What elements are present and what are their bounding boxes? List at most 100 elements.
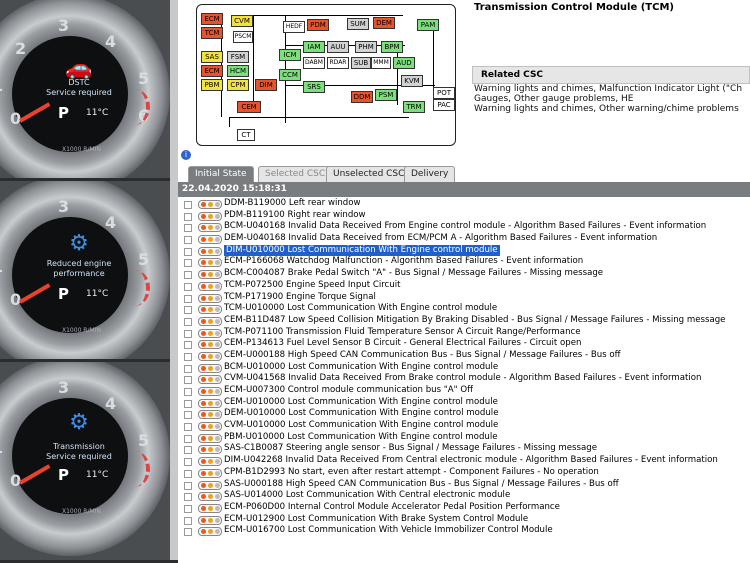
csc-item[interactable]: Warning lights and chimes, Malfunction I… [472, 84, 750, 94]
row-checkbox[interactable] [184, 212, 192, 221]
node-ccm[interactable]: CCM [279, 69, 301, 81]
dtc-row[interactable]: BCM-C004087 Brake Pedal Switch "A" - Bus… [182, 268, 750, 280]
node-kvm[interactable]: KVM [401, 75, 423, 87]
row-checkbox[interactable] [184, 294, 192, 303]
dtc-row[interactable]: CVM-U010000 Lost Communication With Engi… [182, 420, 750, 432]
node-trm[interactable]: TRM [403, 101, 425, 113]
row-checkbox[interactable] [184, 458, 192, 467]
node-ecm[interactable]: ECM [201, 13, 223, 25]
dtc-row[interactable]: CEM-U010000 Lost Communication With Engi… [182, 397, 750, 409]
row-checkbox[interactable] [184, 259, 192, 268]
dtc-row[interactable]: ECM-U016700 Lost Communication With Vehi… [182, 525, 750, 537]
row-checkbox[interactable] [184, 224, 192, 233]
row-checkbox[interactable] [184, 399, 192, 408]
info-icon[interactable]: i [181, 150, 191, 160]
node-sub[interactable]: SUB [351, 57, 371, 69]
row-checkbox[interactable] [184, 504, 192, 513]
dtc-row[interactable]: TCM-P072500 Engine Speed Input Circuit [182, 280, 750, 292]
dtc-row[interactable]: BCM-U010000 Lost Communication With Engi… [182, 362, 750, 374]
row-checkbox[interactable] [184, 516, 192, 525]
node-icm[interactable]: ICM [279, 49, 301, 61]
dtc-row[interactable]: SAS-C1B0087 Steering angle sensor - Bus … [182, 443, 750, 455]
dtc-row[interactable]: TCM-P071100 Transmission Fluid Temperatu… [182, 327, 750, 339]
dtc-row[interactable]: SAS-U000188 High Speed CAN Communication… [182, 479, 750, 491]
node-aud[interactable]: AUD [393, 57, 415, 69]
node-ddm[interactable]: DDM [351, 91, 373, 103]
node-sas[interactable]: SAS [201, 51, 223, 63]
node-hedf[interactable]: HEDF [283, 21, 305, 33]
row-checkbox[interactable] [184, 388, 192, 396]
node-auu[interactable]: AUU [327, 41, 349, 53]
row-checkbox[interactable] [184, 306, 192, 315]
row-checkbox[interactable] [184, 446, 192, 455]
row-checkbox[interactable] [184, 423, 192, 432]
dtc-row[interactable]: DIM-U042268 Invalid Data Received From C… [182, 455, 750, 467]
dtc-row[interactable]: DEM-U010000 Lost Communication With Engi… [182, 408, 750, 420]
dtc-row[interactable]: PDM-B119100 Right rear window [182, 210, 750, 222]
dtc-row[interactable]: PBM-U010000 Lost Communication With Engi… [182, 432, 750, 444]
node-ecm-2[interactable]: ECM [201, 65, 223, 77]
node-srs[interactable]: SRS [303, 81, 325, 93]
row-checkbox[interactable] [184, 247, 192, 256]
node-cem[interactable]: CEM [237, 101, 261, 113]
dtc-row[interactable]: BCM-U040168 Invalid Data Received From E… [182, 221, 750, 233]
row-checkbox[interactable] [184, 317, 192, 326]
dtc-row[interactable]: DDM-B119000 Left rear window [182, 198, 750, 210]
row-checkbox[interactable] [184, 236, 192, 245]
node-hcm[interactable]: HCM [227, 65, 249, 77]
tab-selected-csc[interactable]: Selected CSC [258, 166, 333, 182]
node-pbm[interactable]: PBM [201, 79, 223, 91]
node-dem[interactable]: DEM [373, 17, 395, 29]
dtc-row[interactable]: TCM-U010000 Lost Communication With Engi… [182, 303, 750, 315]
node-dabm[interactable]: DABM [303, 57, 325, 69]
dtc-row[interactable]: DIM-U010000 Lost Communication With Engi… [182, 243, 750, 258]
tab-delivery[interactable]: Delivery [404, 166, 456, 182]
row-checkbox[interactable] [184, 434, 192, 443]
dtc-row[interactable]: DEM-U040168 Invalid Data Received from E… [182, 233, 750, 245]
row-checkbox[interactable] [184, 341, 192, 350]
row-checkbox[interactable] [184, 528, 192, 537]
dtc-row[interactable]: ECM-U012900 Lost Communication With Brak… [182, 514, 750, 526]
row-checkbox[interactable] [184, 329, 192, 338]
row-checkbox[interactable] [184, 271, 192, 280]
node-cvm[interactable]: CVM [231, 15, 253, 27]
row-checkbox[interactable] [184, 469, 192, 478]
node-psm[interactable]: PSM [375, 89, 397, 101]
node-cpm[interactable]: CPM [227, 79, 249, 91]
dtc-row[interactable]: CEM-U000188 High Speed CAN Communication… [182, 350, 750, 362]
row-checkbox[interactable] [184, 201, 192, 209]
node-phm[interactable]: PHM [355, 41, 377, 53]
tab-initial-state[interactable]: Initial State [188, 166, 254, 182]
row-checkbox[interactable] [184, 376, 192, 385]
dtc-row[interactable]: ECM-P166068 Watchdog Malfunction - Algor… [182, 256, 750, 268]
node-dim[interactable]: DIM [255, 79, 277, 91]
csc-item[interactable]: Gauges, Other gauge problems, HE [472, 94, 750, 104]
row-checkbox[interactable] [184, 352, 192, 361]
node-pscm[interactable]: PSCM [233, 31, 253, 43]
node-fsm[interactable]: FSM [227, 51, 249, 63]
node-pot[interactable]: POT [433, 87, 455, 99]
node-ct[interactable]: CT [237, 129, 255, 141]
tab-unselected-csc[interactable]: Unselected CSC [326, 166, 412, 182]
dtc-row[interactable]: ECM-P060D00 Internal Control Module Acce… [182, 502, 750, 514]
row-checkbox[interactable] [184, 481, 192, 490]
node-rdar[interactable]: RDAR [327, 57, 349, 69]
csc-item[interactable]: Warning lights and chimes, Other warning… [472, 104, 750, 114]
node-sum[interactable]: SUM [347, 18, 369, 30]
node-iam[interactable]: IAM [303, 41, 325, 53]
dtc-row[interactable]: CEM-P134613 Fuel Level Sensor B Circuit … [182, 338, 750, 350]
node-mmm[interactable]: MMM [371, 57, 391, 69]
dtc-row[interactable]: CEM-B11D487 Low Speed Collision Mitigati… [182, 315, 750, 327]
row-checkbox[interactable] [184, 282, 192, 291]
node-tcm[interactable]: TCM [201, 27, 223, 39]
row-checkbox[interactable] [184, 493, 192, 502]
dtc-row[interactable]: CVM-U041568 Invalid Data Received From B… [182, 373, 750, 385]
dtc-row[interactable]: TCM-P171900 Engine Torque Signal [182, 292, 750, 304]
dtc-row[interactable]: CPM-B1D2993 No start, even after restart… [182, 467, 750, 479]
dtc-row[interactable]: SAS-U014000 Lost Communication With Cent… [182, 490, 750, 502]
node-pdm[interactable]: PDM [307, 19, 329, 31]
node-pam[interactable]: PAM [417, 19, 439, 31]
node-bpm[interactable]: BPM [381, 41, 403, 53]
row-checkbox[interactable] [184, 411, 192, 420]
node-pac[interactable]: PAC [433, 99, 455, 111]
